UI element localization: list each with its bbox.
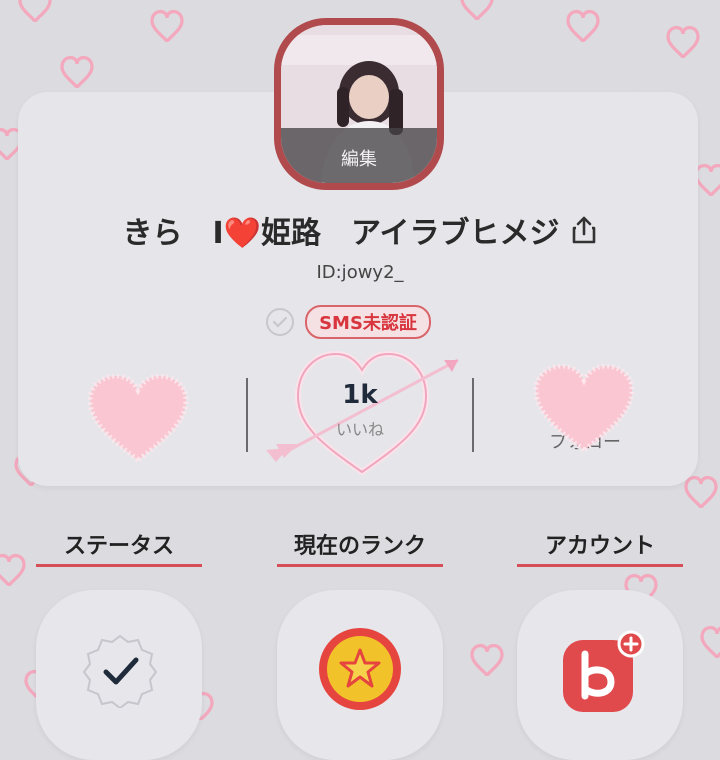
likes-stat[interactable]: 1k いいね: [300, 380, 420, 440]
stats-divider-right: [472, 378, 474, 452]
profile-name-row: きら I❤️姫路 アイラブヒメジ: [0, 208, 720, 252]
tab-status-underline: [36, 564, 202, 567]
tab-current-rank-underline: [277, 564, 443, 567]
left-glow-heart: [87, 374, 189, 464]
rank-tile[interactable]: [277, 590, 443, 760]
tab-account[interactable]: アカウント: [517, 528, 683, 560]
share-icon[interactable]: [570, 215, 598, 245]
profile-id: ID:jowy2_: [316, 262, 404, 283]
likes-label: いいね: [335, 420, 384, 439]
sms-unverified-badge[interactable]: SMS未認証: [305, 305, 431, 339]
tab-account-underline: [517, 564, 683, 567]
tab-current-rank[interactable]: 現在のランク: [277, 528, 443, 560]
avatar-edit-button[interactable]: 編集: [281, 128, 437, 183]
star-coin-icon: [319, 628, 401, 710]
account-app-icon: [563, 630, 645, 712]
verification-row: SMS未認証: [0, 305, 720, 339]
check-badge-icon: [82, 634, 158, 708]
check-circle-icon: [266, 308, 295, 336]
right-glow-heart: [533, 364, 635, 454]
status-tile[interactable]: [36, 590, 202, 760]
avatar-photo: 編集: [281, 25, 437, 183]
account-tile[interactable]: [517, 590, 683, 760]
stats-divider-left: [246, 378, 248, 452]
profile-name: きら I❤️姫路 アイラブヒメジ: [122, 216, 560, 251]
likes-count: 1k: [342, 380, 378, 410]
avatar[interactable]: 編集: [274, 18, 444, 190]
tab-status[interactable]: ステータス: [36, 528, 202, 560]
